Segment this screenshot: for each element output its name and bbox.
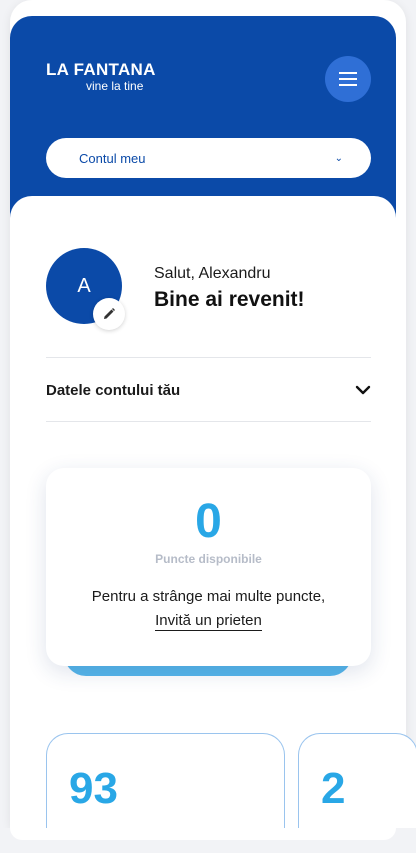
- pencil-icon: [104, 308, 115, 319]
- hamburger-menu-icon: [339, 72, 357, 86]
- divider: [46, 357, 371, 358]
- chevron-down-icon: [355, 385, 371, 395]
- brand-logo[interactable]: LA FANTANA vine la tine: [46, 60, 156, 93]
- hamburger-menu-button[interactable]: [325, 56, 371, 102]
- edit-avatar-button[interactable]: [93, 298, 125, 330]
- stat-card[interactable]: 2: [298, 733, 416, 843]
- stat-value: 93: [69, 764, 118, 813]
- account-data-toggle[interactable]: Datele contului tău: [46, 360, 371, 420]
- account-dropdown-label: Contul meu: [79, 150, 146, 166]
- points-description: Pentru a strânge mai multe puncte,: [91, 588, 326, 605]
- avatar-initial: A: [77, 274, 91, 297]
- account-data-label: Datele contului tău: [46, 381, 181, 399]
- chevron-down-icon: ⌄: [334, 152, 343, 164]
- logo-tagline: vine la tine: [86, 79, 144, 93]
- stat-card[interactable]: 93: [46, 733, 285, 843]
- invite-friend-link-wrap: Invită un prieten: [46, 612, 371, 631]
- stat-value: 2: [321, 764, 346, 813]
- points-value: 0: [195, 495, 222, 548]
- divider: [46, 421, 371, 422]
- greeting-text: Salut, Alexandru: [154, 265, 271, 282]
- phone-bottom-edge: [10, 828, 396, 840]
- logo-main-text: LA FANTANA: [46, 60, 156, 79]
- account-dropdown[interactable]: Contul meu ⌄: [46, 138, 371, 178]
- points-card: 0 Puncte disponibile Pentru a strânge ma…: [46, 468, 371, 666]
- points-label: Puncte disponibile: [155, 552, 262, 566]
- welcome-heading: Bine ai revenit!: [154, 288, 305, 311]
- invite-friend-link[interactable]: Invită un prieten: [155, 612, 262, 631]
